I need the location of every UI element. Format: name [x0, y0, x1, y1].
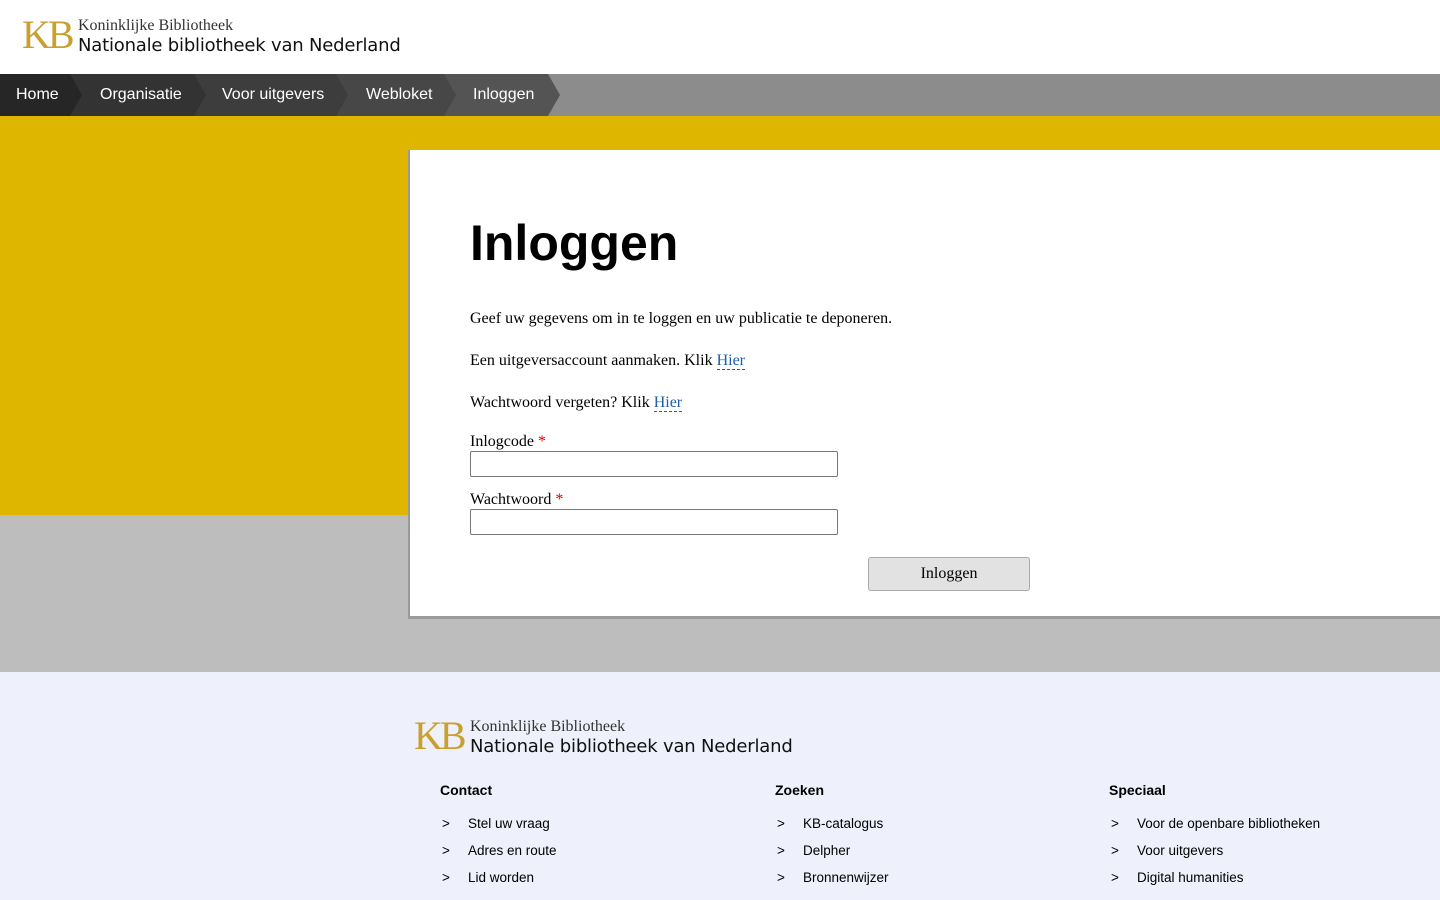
kb-logo-line1: Koninklijke Bibliotheek	[78, 17, 234, 34]
footer-column-title: Zoeken	[775, 782, 825, 798]
password-input[interactable]	[470, 509, 838, 535]
breadcrumb-organisatie[interactable]: Organisatie	[70, 74, 206, 116]
footer-link-label: Digital humanities	[1137, 870, 1244, 885]
footer-link-label: Adres en route	[468, 843, 557, 858]
create-account-line: Een uitgeversaccount aanmaken. Klik Hier	[470, 352, 746, 370]
create-account-link[interactable]: Hier	[716, 352, 746, 370]
username-input[interactable]	[470, 451, 838, 477]
site-footer: KB Koninklijke Bibliotheek Nationale bib…	[0, 672, 1440, 900]
footer-link-label: KB-catalogus	[803, 816, 884, 831]
chevron-right-icon: >	[1111, 816, 1119, 831]
chevron-right-icon: >	[1111, 870, 1119, 885]
footer-link[interactable]: > Voor de openbare bibliotheken	[1109, 816, 1320, 843]
footer-link-label: Lid worden	[468, 870, 535, 885]
footer-link[interactable]: > Adres en route	[440, 843, 557, 870]
footer-column-title: Speciaal	[1109, 782, 1166, 798]
kb-logo[interactable]: KB Koninklijke Bibliotheek Nationale bib…	[22, 14, 401, 57]
chevron-right-icon: >	[777, 816, 785, 831]
footer-link[interactable]: > Bronnenwijzer	[775, 870, 889, 897]
footer-link-label: Voor de openbare bibliotheken	[1137, 816, 1321, 831]
create-account-text: Een uitgeversaccount aanmaken. Klik	[470, 352, 717, 369]
breadcrumb-nav: Home Organisatie Voor uitgevers Webloket…	[0, 74, 1440, 116]
footer-column-title: Contact	[440, 782, 493, 798]
footer-kb-logo[interactable]: KB Koninklijke Bibliotheek Nationale bib…	[414, 716, 793, 758]
footer-column-zoeken: Zoeken > KB-catalogus > Delpher > Bronnenwi…	[775, 782, 889, 897]
breadcrumb-webloket-label: Webloket	[366, 86, 433, 103]
footer-link-label: Bronnenwijzer	[803, 870, 889, 885]
login-card: Inloggen Geef uw gegevens om in te logge…	[408, 150, 1440, 619]
breadcrumb-home-label: Home	[16, 86, 59, 103]
password-label: Wachtwoord *	[470, 491, 563, 509]
forgot-password-link[interactable]: Hier	[653, 394, 683, 412]
kb-logo-mark: KB	[22, 12, 75, 57]
footer-kb-logo-text: Koninklijke Bibliotheek Nationale biblio…	[470, 716, 793, 758]
footer-kb-logo-line2: Nationale bibliotheek van Nederland	[470, 736, 793, 757]
breadcrumb-voor-uitgevers-label: Voor uitgevers	[222, 86, 325, 103]
footer-kb-logo-line1: Koninklijke Bibliotheek	[470, 718, 626, 735]
username-label-text: Inlogcode	[470, 433, 534, 450]
kb-logo-line2: Nationale bibliotheek van Nederland	[78, 35, 401, 56]
breadcrumb-webloket[interactable]: Webloket	[336, 74, 456, 116]
footer-column-speciaal: Speciaal > Voor de openbare bibliotheken …	[1109, 782, 1320, 897]
password-label-text: Wachtwoord	[470, 491, 552, 508]
footer-link[interactable]: > Voor uitgevers	[1109, 843, 1320, 870]
breadcrumb-voor-uitgevers[interactable]: Voor uitgevers	[194, 74, 348, 116]
page-title: Inloggen	[470, 215, 679, 271]
chevron-right-icon: >	[442, 870, 450, 885]
footer-link-label: Voor uitgevers	[1137, 843, 1224, 858]
chevron-right-icon: >	[777, 870, 785, 885]
kb-logo-text: Koninklijke Bibliotheek Nationale biblio…	[78, 14, 401, 57]
footer-link-label: Stel uw vraag	[468, 816, 550, 831]
login-intro: Geef uw gegevens om in te loggen en uw p…	[470, 310, 893, 327]
forgot-password-line: Wachtwoord vergeten? Klik Hier	[470, 394, 683, 412]
footer-link[interactable]: > Digital humanities	[1109, 870, 1320, 897]
footer-link-label: Delpher	[803, 843, 851, 858]
footer-column-contact: Contact > Stel uw vraag > Adres en route >…	[440, 782, 557, 897]
chevron-right-icon: >	[1111, 843, 1119, 858]
footer-kb-logo-mark: KB	[414, 713, 467, 758]
breadcrumb-home[interactable]: Home	[0, 74, 82, 116]
chevron-right-icon: >	[777, 843, 785, 858]
password-required-marker: *	[555, 491, 564, 508]
breadcrumb-inloggen[interactable]: Inloggen	[444, 74, 560, 116]
breadcrumb-inloggen-label: Inloggen	[473, 86, 535, 103]
footer-link[interactable]: > KB-catalogus	[775, 816, 889, 843]
username-label: Inlogcode *	[470, 433, 546, 451]
chevron-right-icon: >	[442, 843, 450, 858]
login-submit-button[interactable]: Inloggen	[868, 557, 1030, 591]
footer-link[interactable]: > Stel uw vraag	[440, 816, 557, 843]
footer-link[interactable]: > Lid worden	[440, 870, 557, 897]
forgot-password-text: Wachtwoord vergeten? Klik	[470, 394, 654, 411]
breadcrumb-organisatie-label: Organisatie	[100, 86, 182, 103]
site-header: KB Koninklijke Bibliotheek Nationale bib…	[0, 0, 1440, 74]
chevron-right-icon: >	[442, 816, 450, 831]
footer-link[interactable]: > Delpher	[775, 843, 889, 870]
username-required-marker: *	[537, 433, 546, 450]
